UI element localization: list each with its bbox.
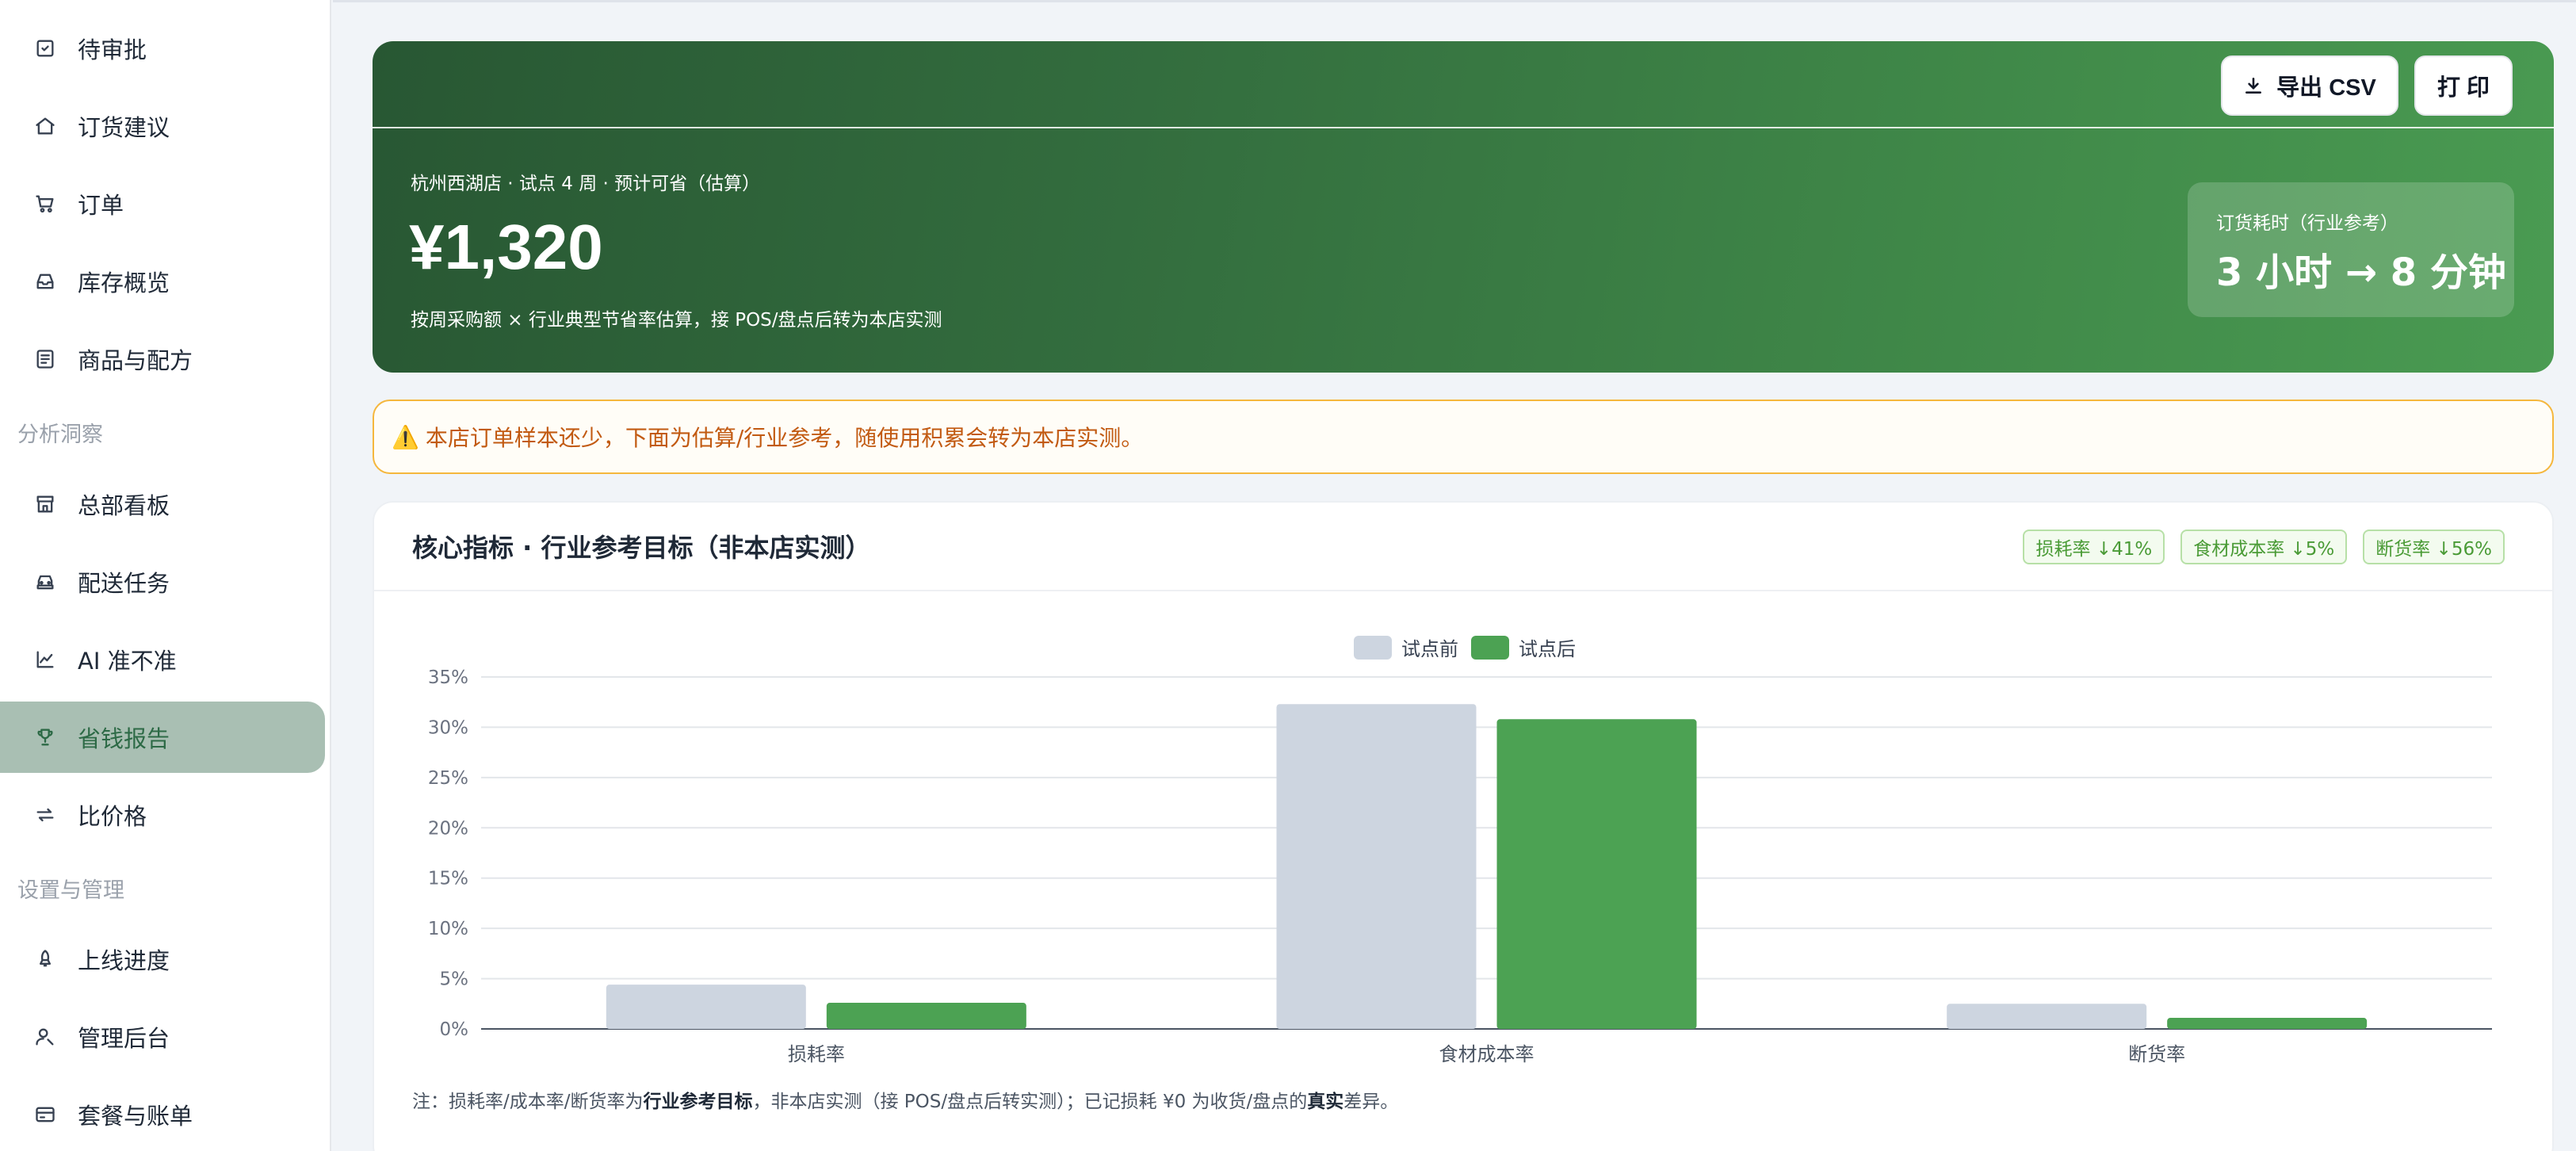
sidebar-item-label: AI 准不准 <box>78 648 177 675</box>
savings-hero-card: 导出 CSV 打 印 杭州西湖店 · 试点 4 周 · 预计可省（估算） ¥1,… <box>373 41 2554 373</box>
user-cog-icon <box>33 1025 57 1049</box>
sidebar-item-label: 上线进度 <box>78 947 170 974</box>
sidebar-item-inventory[interactable]: 库存概览 <box>0 246 325 317</box>
sidebar-item-label: 套餐与账单 <box>78 1103 193 1130</box>
sidebar-item-order-suggestions[interactable]: 订货建议 <box>0 90 325 162</box>
print-button[interactable]: 打 印 <box>2414 55 2513 116</box>
bar-before <box>1947 1004 2147 1029</box>
bar-after <box>1496 719 1697 1029</box>
x-tick-label: 断货率 <box>2128 1043 2185 1065</box>
savings-amount: ¥1,320 <box>409 212 603 282</box>
sidebar-item-delivery-tasks[interactable]: 配送任务 <box>0 546 325 618</box>
sidebar-item-ai-accuracy[interactable]: AI 准不准 <box>0 624 325 695</box>
warning-icon: ⚠️ <box>392 423 419 450</box>
x-tick-label: 食材成本率 <box>1439 1043 1535 1065</box>
warning-text: 本店订单样本还少，下面为估算/行业参考，随使用积累会转为本店实测。 <box>425 425 1144 451</box>
legend-label: 试点前 <box>1401 638 1458 660</box>
sidebar-item-products-recipes[interactable]: 商品与配方 <box>0 323 325 395</box>
x-tick-label: 损耗率 <box>788 1043 845 1065</box>
sidebar-item-label: 配送任务 <box>78 570 170 597</box>
legend-swatch <box>1354 636 1392 660</box>
section-label-settings: 设置与管理 <box>17 878 124 903</box>
order-time-value: 3 小时 → 8 分钟 <box>2216 250 2506 295</box>
order-time-label: 订货耗时（行业参考） <box>2216 213 2398 234</box>
bar-before <box>1276 704 1477 1029</box>
store-icon <box>33 492 57 516</box>
sidebar-item-admin[interactable]: 管理后台 <box>0 1001 325 1073</box>
legend-label: 试点后 <box>1519 638 1576 660</box>
y-tick-label: 35% <box>428 667 468 688</box>
cart-icon <box>33 192 57 216</box>
line-chart-icon <box>33 648 57 671</box>
y-tick-label: 5% <box>440 969 469 990</box>
car-icon <box>33 570 57 594</box>
bar-after <box>2167 1018 2368 1029</box>
bar-before <box>606 985 806 1029</box>
sidebar: 待审批 订货建议 订单 库存概览 商品与配方 分析洞察 总部看板 配送任务 AI… <box>0 0 331 1151</box>
hero-subtitle: 杭州西湖店 · 试点 4 周 · 预计可省（估算） <box>411 174 761 194</box>
sidebar-item-label: 省钱报告 <box>78 725 170 752</box>
y-tick-label: 10% <box>428 919 468 939</box>
trophy-icon <box>33 725 57 749</box>
print-label: 打 印 <box>2436 75 2490 101</box>
sidebar-item-label: 管理后台 <box>78 1025 170 1052</box>
footnote-text-2: ，非本店实测（接 POS/盘点后转实测）；已记损耗 ¥0 为收货/盘点的 <box>752 1092 1308 1112</box>
sidebar-item-hq-dashboard[interactable]: 总部看板 <box>0 468 325 540</box>
sidebar-item-label: 待审批 <box>78 36 147 63</box>
footnote-bold-2: 真实 <box>1307 1092 1344 1112</box>
metrics-bar-chart: 0% 5% 10% 15% 20% 25% 30% 35% 损耗率 食材成本率 断货率 试点前 试点后 <box>428 636 2492 1065</box>
sidebar-item-label: 商品与配方 <box>78 347 193 374</box>
sidebar-item-orders[interactable]: 订单 <box>0 168 325 239</box>
export-csv-label: 导出 CSV <box>2276 75 2376 101</box>
credit-card-icon <box>33 1103 57 1126</box>
download-icon <box>2245 78 2262 94</box>
sidebar-item-label: 比价格 <box>78 803 147 830</box>
sidebar-item-savings-report[interactable]: 省钱报告 <box>0 702 325 773</box>
y-tick-label: 15% <box>428 869 468 889</box>
rocket-icon <box>33 947 57 971</box>
hero-note: 按周采购额 × 行业典型节省率估算，接 POS/盘点后转为本店实测 <box>411 310 942 331</box>
panel-footnote: 注：损耗率/成本率/断货率为行业参考目标，非本店实测（接 POS/盘点后转实测）… <box>412 1086 1398 1113</box>
sidebar-item-label: 总部看板 <box>78 492 170 519</box>
home-icon <box>33 114 57 138</box>
sidebar-item-pending-approval[interactable]: 待审批 <box>0 13 325 84</box>
bar-after <box>826 1003 1026 1029</box>
legend-swatch <box>1471 636 1509 660</box>
sidebar-item-billing[interactable]: 套餐与账单 <box>0 1079 325 1150</box>
y-tick-label: 25% <box>428 768 468 789</box>
sidebar-item-label: 库存概览 <box>78 270 170 296</box>
check-square-icon <box>33 36 57 60</box>
order-time-card: 订货耗时（行业参考） 3 小时 → 8 分钟 <box>2188 182 2514 317</box>
sample-warning-banner: ⚠️ 本店订单样本还少，下面为估算/行业参考，随使用积累会转为本店实测。 <box>373 400 2554 474</box>
footnote-text-3: 差异。 <box>1343 1092 1399 1112</box>
footnote-text-1: 注：损耗率/成本率/断货率为 <box>412 1092 644 1112</box>
inbox-icon <box>33 270 57 293</box>
sidebar-item-launch-progress[interactable]: 上线进度 <box>0 923 325 995</box>
sidebar-item-price-compare[interactable]: 比价格 <box>0 779 325 851</box>
list-icon <box>33 347 57 371</box>
y-tick-label: 0% <box>440 1019 469 1040</box>
sidebar-item-label: 订单 <box>78 192 124 219</box>
section-label-analytics: 分析洞察 <box>17 423 103 447</box>
y-tick-label: 30% <box>428 717 468 738</box>
swap-icon <box>33 803 57 827</box>
core-metrics-panel: 核心指标 · 行业参考目标（非本店实测） 损耗率 ↓41% 食材成本率 ↓5% … <box>373 501 2554 1151</box>
export-csv-button[interactable]: 导出 CSV <box>2221 55 2398 116</box>
footnote-bold-1: 行业参考目标 <box>643 1092 753 1112</box>
top-strip <box>333 0 2576 2</box>
sidebar-item-label: 订货建议 <box>78 114 170 141</box>
y-tick-label: 20% <box>428 818 468 839</box>
hero-divider <box>373 127 2554 128</box>
